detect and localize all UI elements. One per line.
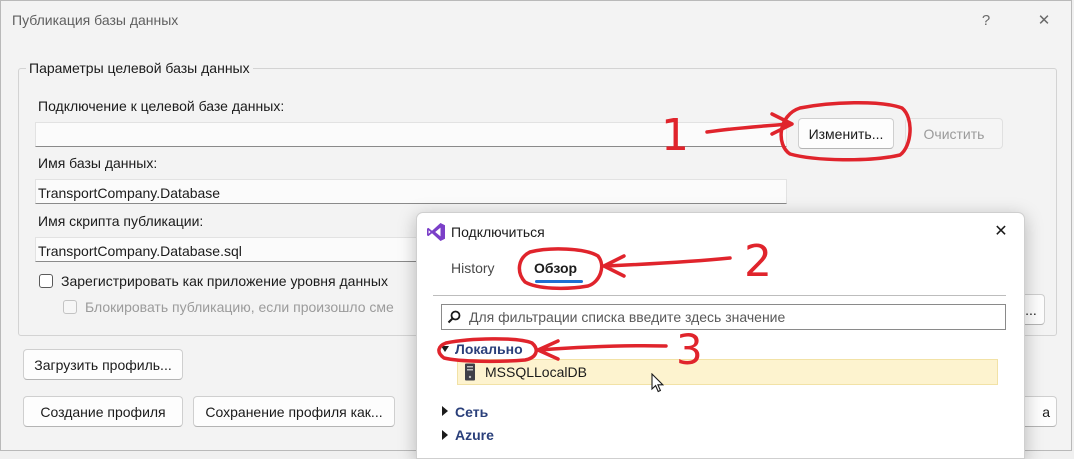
connection-field[interactable] — [35, 122, 787, 147]
tree-node-azure[interactable]: Azure — [455, 427, 494, 443]
filter-search-box[interactable]: Для фильтрации списка введите здесь знач… — [441, 304, 1006, 330]
connect-dialog: Подключиться ✕ History Обзор Для фильтра… — [416, 212, 1025, 459]
load-profile-button[interactable]: Загрузить профиль... — [23, 349, 183, 380]
tab-history[interactable]: History — [451, 260, 495, 276]
tab-browse[interactable]: Обзор — [534, 260, 577, 276]
server-icon — [465, 363, 475, 381]
close-button[interactable]: ✕ — [1021, 4, 1067, 36]
tree-node-local[interactable]: Локально — [455, 341, 523, 357]
register-dac-checkbox[interactable] — [39, 274, 53, 288]
help-button[interactable]: ? — [963, 4, 1009, 36]
search-icon — [447, 310, 461, 324]
connection-label: Подключение к целевой базе данных: — [38, 98, 285, 114]
group-title: Параметры целевой базы данных — [26, 60, 253, 76]
tab-separator — [433, 295, 1006, 296]
collapsed-arrow-icon[interactable] — [442, 430, 448, 440]
title-bar: Публикация базы данных ? ✕ — [1, 1, 1073, 39]
active-tab-indicator — [535, 280, 583, 283]
connect-dialog-close-button[interactable]: ✕ — [978, 215, 1024, 247]
change-connection-button[interactable]: Изменить... — [798, 118, 894, 149]
script-name-label: Имя скрипта публикации: — [38, 213, 204, 229]
clear-connection-button[interactable]: Очистить — [905, 118, 1003, 149]
mouse-cursor-icon — [651, 373, 665, 393]
block-publish-checkbox[interactable] — [63, 300, 77, 314]
tree-item-label: MSSQLLocalDB — [485, 364, 587, 380]
tree-item-mssqllocaldb[interactable]: MSSQLLocalDB — [457, 359, 998, 385]
save-profile-as-button[interactable]: Сохранение профиля как... — [193, 396, 395, 427]
register-dac-label: Зарегистрировать как приложение уровня д… — [61, 273, 388, 289]
expanded-arrow-icon[interactable] — [441, 346, 449, 352]
create-profile-button[interactable]: Создание профиля — [23, 396, 183, 427]
tree-node-network[interactable]: Сеть — [455, 404, 488, 420]
visual-studio-icon — [427, 223, 445, 241]
block-publish-label: Блокировать публикацию, если произошло с… — [85, 299, 394, 315]
connect-dialog-title: Подключиться — [451, 224, 545, 240]
collapsed-arrow-icon[interactable] — [442, 406, 448, 416]
window-title: Публикация базы данных — [12, 12, 179, 28]
db-name-field[interactable]: TransportCompany.Database — [35, 179, 787, 204]
db-name-label: Имя базы данных: — [38, 155, 158, 171]
filter-placeholder: Для фильтрации списка введите здесь знач… — [469, 309, 786, 325]
